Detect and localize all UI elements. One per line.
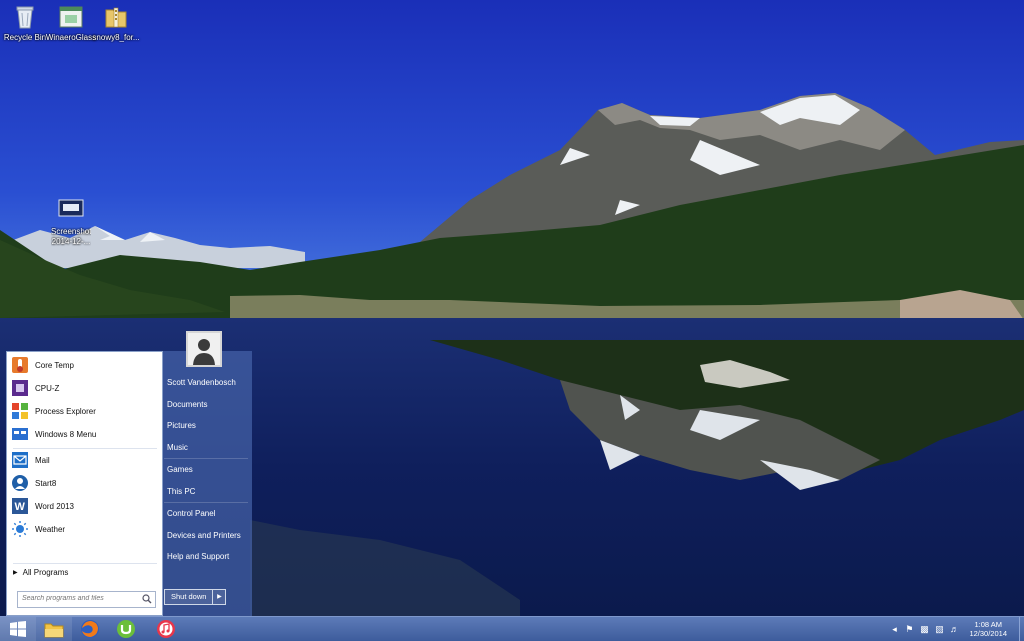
show-hidden-icons-icon[interactable]: ◂	[888, 623, 900, 635]
program-process-explorer[interactable]: Process Explorer	[11, 400, 159, 422]
desktop-icon-snowy8[interactable]: snowy8_for...	[85, 4, 147, 43]
place-this-pc[interactable]: This PC	[164, 483, 248, 501]
volume-icon[interactable]: ♬	[948, 623, 960, 635]
place-pictures[interactable]: Pictures	[164, 417, 248, 435]
program-word-2013[interactable]: W Word 2013	[11, 495, 159, 517]
weather-icon	[11, 520, 29, 538]
places-separator	[164, 458, 248, 459]
process-explorer-icon	[11, 402, 29, 420]
clock-time: 1:08 AM	[974, 620, 1002, 629]
desktop-icon-screenshot[interactable]: Screenshot 2014-12-...	[40, 198, 102, 247]
program-cpu-z[interactable]: CPU-Z	[11, 377, 159, 399]
program-mail[interactable]: Mail	[11, 449, 159, 471]
taskbar-file-explorer[interactable]	[36, 617, 72, 641]
file-explorer-icon	[44, 623, 64, 638]
system-tray: ◂ ⚑ ▩ ▧ ♬ 1:08 AM 12/30/2014	[888, 617, 1024, 641]
recycle-bin-icon	[12, 4, 38, 30]
zip-folder-icon	[103, 4, 129, 30]
clock-date: 12/30/2014	[969, 629, 1007, 638]
cpu-z-icon	[11, 379, 29, 397]
firefox-icon	[81, 620, 99, 638]
application-window-icon	[58, 4, 84, 30]
action-center-flag-icon[interactable]: ⚑	[903, 623, 915, 635]
program-core-temp[interactable]: Core Temp	[11, 354, 159, 376]
core-temp-icon	[11, 356, 29, 374]
network-tray-icon[interactable]: ▩	[918, 623, 930, 635]
taskbar-utorrent[interactable]	[108, 617, 144, 641]
search-input[interactable]	[18, 592, 140, 605]
desktop-icon-label: snowy8_for...	[92, 33, 140, 42]
utorrent-icon	[117, 620, 135, 638]
place-help-and-support[interactable]: Help and Support	[164, 548, 248, 566]
program-start8[interactable]: Start8	[11, 472, 159, 494]
all-programs-separator	[13, 563, 157, 564]
start-user-name[interactable]: Scott Vandenbosch	[164, 374, 248, 392]
search-box	[17, 591, 156, 608]
program-weather[interactable]: Weather	[11, 518, 159, 540]
windows8-menu-icon	[11, 425, 29, 443]
user-avatar[interactable]	[186, 331, 222, 367]
windows-logo-icon	[10, 621, 26, 637]
svg-text:W: W	[15, 501, 26, 513]
taskbar-clock[interactable]: 1:08 AM 12/30/2014	[969, 620, 1007, 638]
shutdown-group: Shut down ▶	[164, 589, 227, 605]
start-menu-program-list: Core Temp CPU-Z Process Explorer Windows…	[6, 351, 163, 616]
itunes-icon	[157, 620, 175, 638]
image-file-icon	[58, 198, 84, 224]
shutdown-options-arrow-icon[interactable]: ▶	[213, 589, 227, 605]
place-music[interactable]: Music	[164, 439, 248, 457]
place-games[interactable]: Games	[164, 461, 248, 479]
all-programs-button[interactable]: ▶ All Programs	[13, 568, 68, 577]
network-signal-icon[interactable]: ▧	[933, 623, 945, 635]
start-button[interactable]	[0, 617, 36, 641]
place-devices-and-printers[interactable]: Devices and Printers	[164, 527, 248, 545]
place-documents[interactable]: Documents	[164, 396, 248, 414]
program-windows8-menu[interactable]: Windows 8 Menu	[11, 423, 159, 445]
show-desktop-button[interactable]	[1019, 617, 1024, 641]
mail-icon	[11, 451, 29, 469]
word-icon: W	[11, 497, 29, 515]
place-control-panel[interactable]: Control Panel	[164, 505, 248, 523]
search-icon[interactable]	[142, 594, 152, 604]
desktop-icon-label: Screenshot 2014-12-...	[51, 227, 91, 246]
shutdown-button[interactable]: Shut down	[164, 589, 214, 605]
taskbar: ◂ ⚑ ▩ ▧ ♬ 1:08 AM 12/30/2014	[0, 616, 1024, 641]
places-separator	[164, 502, 248, 503]
taskbar-itunes[interactable]	[148, 617, 184, 641]
triangle-right-icon: ▶	[13, 570, 18, 576]
taskbar-firefox[interactable]	[72, 617, 108, 641]
start8-icon	[11, 474, 29, 492]
user-silhouette-icon	[188, 333, 220, 365]
